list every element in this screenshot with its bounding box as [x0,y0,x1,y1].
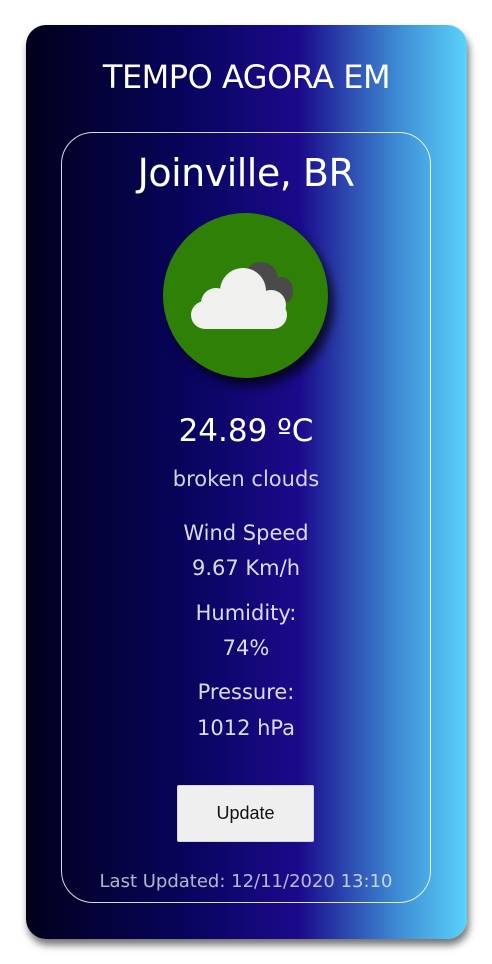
city-name: Joinville, BR [137,151,355,195]
last-updated-text: Last Updated: 12/11/2020 13:10 [99,871,393,892]
broken-clouds-icon [191,262,293,329]
humidity-label: Humidity: [195,601,297,625]
wind-speed-label: Wind Speed [183,521,309,545]
update-button[interactable]: Update [177,785,314,842]
pressure-label: Pressure: [197,680,295,704]
weather-icon-badge [163,213,328,378]
weather-app-screen: TEMPO AGORA EM Joinville, BR 24.89 ºC br… [26,25,467,939]
app-title: TEMPO AGORA EM [102,58,391,96]
weather-card: Joinville, BR 24.89 ºC broken clouds Win… [61,132,431,903]
weather-description: broken clouds [172,467,320,491]
temperature-value: 24.89 ºC [178,413,314,449]
pressure-value: 1012 hPa [196,716,296,740]
wind-speed-value: 9.67 Km/h [191,556,301,580]
humidity-value: 74% [222,636,270,660]
